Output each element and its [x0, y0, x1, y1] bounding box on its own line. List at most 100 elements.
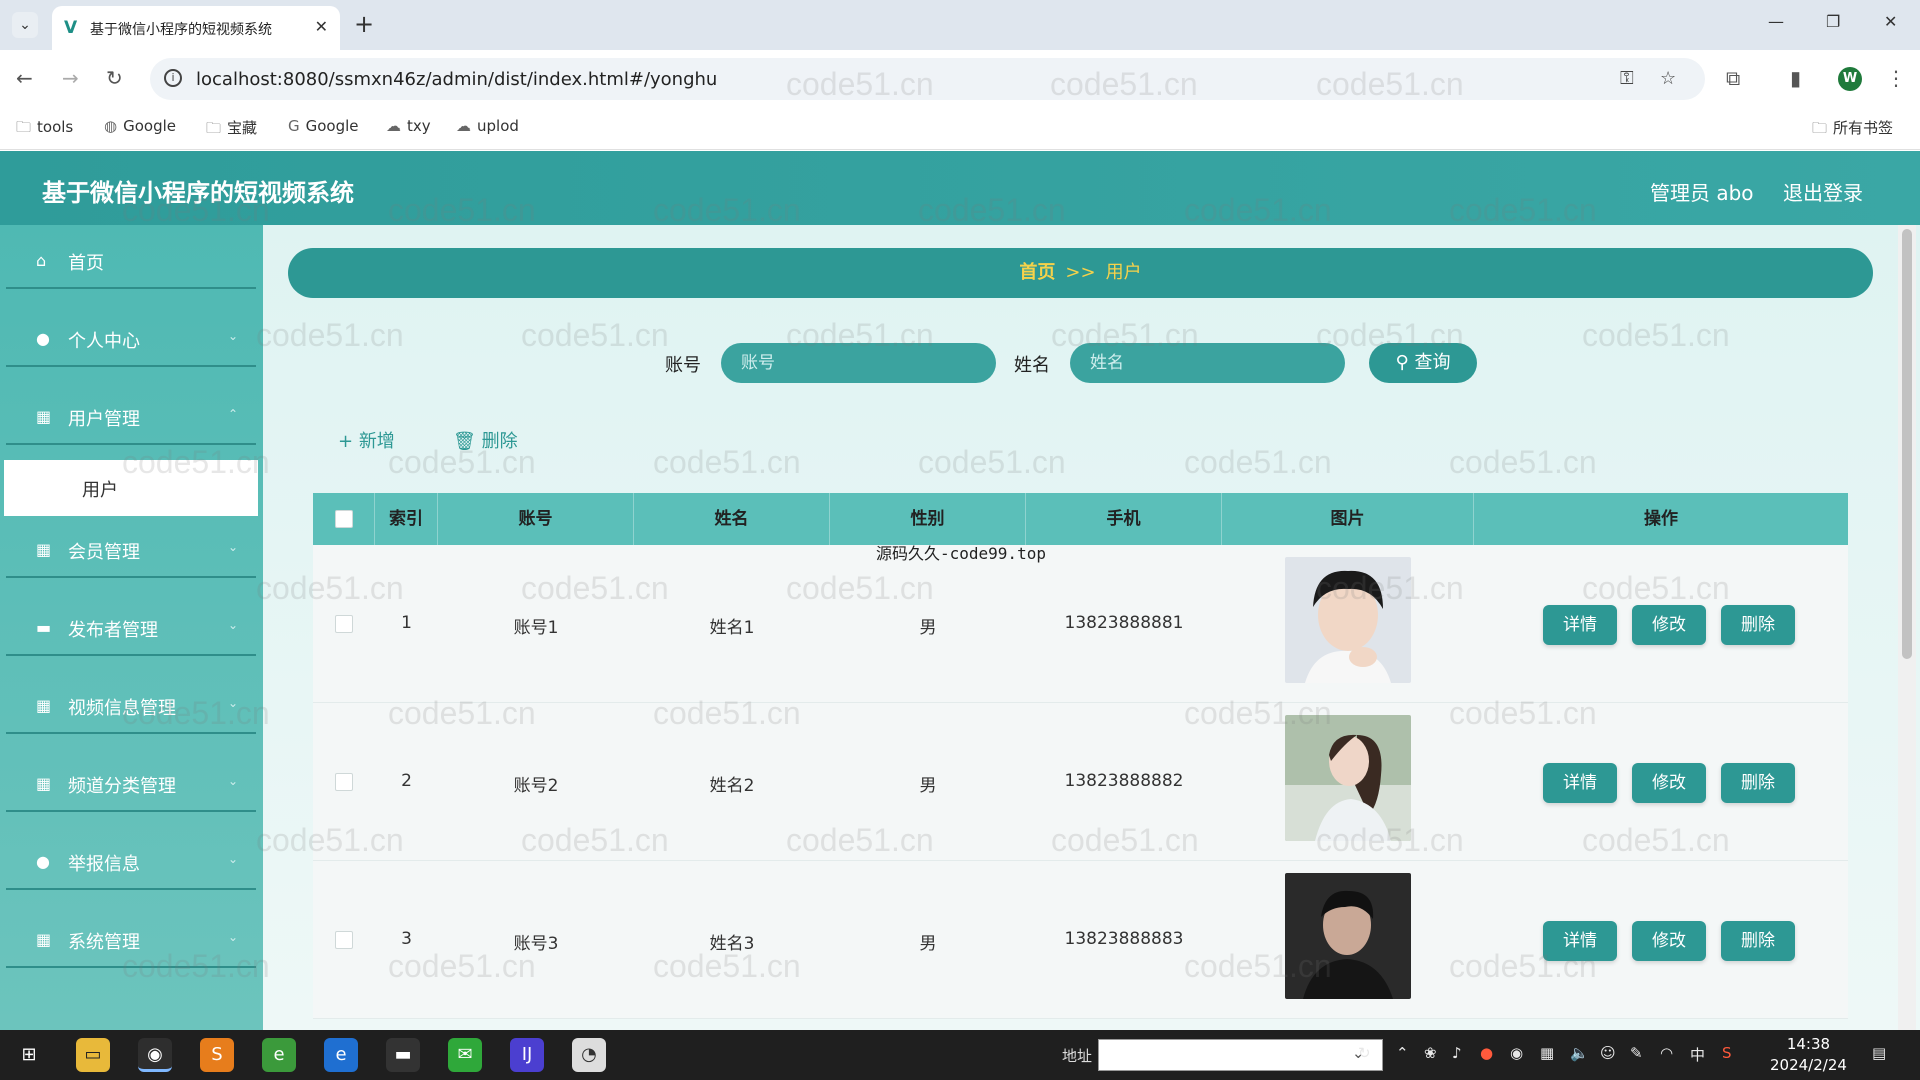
side-panel-icon[interactable]: ▮ — [1790, 66, 1801, 90]
address-bar[interactable]: i localhost:8080/ssmxn46z/admin/dist/ind… — [150, 58, 1705, 100]
address-go-icon[interactable]: ↻ — [1358, 1044, 1371, 1062]
scrollbar-thumb[interactable] — [1902, 229, 1912, 659]
tray-grid-icon[interactable]: ▦ — [1540, 1044, 1554, 1062]
column-header-gender[interactable]: 性别 — [830, 493, 1026, 545]
column-header-name[interactable]: 姓名 — [634, 493, 830, 545]
chat-app-icon[interactable]: ◔ — [572, 1038, 606, 1072]
sidebar-item-channel-category[interactable]: ▦ 频道分类管理 ⌄ — [6, 756, 256, 812]
tab-list-chevron-icon[interactable]: ⌄ — [12, 12, 38, 38]
tray-app-icon[interactable]: ❀ — [1424, 1044, 1437, 1062]
breadcrumb-home[interactable]: 首页 — [1019, 262, 1055, 283]
wifi-icon[interactable]: ◠ — [1660, 1044, 1673, 1062]
sidebar-item-home[interactable]: ⌂ 首页 — [6, 233, 256, 289]
detail-button[interactable]: 详情 — [1543, 763, 1617, 803]
sidebar-item-system-management[interactable]: ▦ 系统管理 ⌄ — [6, 912, 256, 968]
sidebar-item-publisher-management[interactable]: ▬ 发布者管理 ⌄ — [6, 600, 256, 656]
column-header-index[interactable]: 索引 — [375, 493, 438, 545]
bookmark-star-icon[interactable]: ☆ — [1660, 68, 1676, 89]
extensions-puzzle-icon[interactable]: ⧉ — [1726, 66, 1740, 90]
detail-button[interactable]: 详情 — [1543, 921, 1617, 961]
forward-arrow-icon[interactable]: → — [62, 66, 79, 90]
folder-icon: 🗀 — [1812, 119, 1828, 137]
tray-browser-icon[interactable]: ◉ — [1510, 1044, 1523, 1062]
tray-chevron-up-icon[interactable]: ⌃ — [1396, 1044, 1409, 1062]
sidebar-item-personal-center[interactable]: ● 个人中心 ⌄ — [6, 311, 256, 367]
password-key-icon[interactable]: ⚿ — [1620, 68, 1634, 89]
restore-icon[interactable]: ❐ — [1826, 12, 1840, 31]
sidebar-item-member-management[interactable]: ▦ 会员管理 ⌄ — [6, 522, 256, 578]
bookmark-tools[interactable]: 🗀 tools — [16, 117, 73, 142]
bookmark-txy[interactable]: ☁ txy — [386, 117, 431, 135]
browser-360-icon[interactable]: e — [262, 1038, 296, 1072]
detail-button[interactable]: 详情 — [1543, 605, 1617, 645]
input-method-indicator[interactable]: 中 — [1690, 1044, 1705, 1065]
cloud-icon: ☁ — [456, 117, 471, 135]
wechat-icon[interactable]: ✉ — [448, 1038, 482, 1072]
page-scrollbar[interactable] — [1898, 225, 1916, 1030]
notification-icon[interactable]: ▤ — [1872, 1044, 1886, 1062]
user-avatar-image[interactable] — [1285, 715, 1411, 841]
browser-tab[interactable]: V 基于微信小程序的短视频系统 ✕ — [52, 6, 340, 50]
url-text[interactable]: localhost:8080/ssmxn46z/admin/dist/index… — [196, 69, 717, 90]
tray-sogou-icon[interactable]: S — [1722, 1044, 1732, 1062]
cell-account: 账号2 — [513, 776, 559, 796]
edit-button[interactable]: 修改 — [1632, 921, 1706, 961]
tray-input-tool-icon[interactable]: ✎ — [1630, 1044, 1643, 1062]
windows-start-icon[interactable]: ⊞ — [12, 1038, 46, 1072]
taskbar-address-input[interactable] — [1098, 1039, 1383, 1071]
bookmark-uplod[interactable]: ☁ uplod — [456, 117, 519, 135]
sidebar-item-user-management[interactable]: ▦ 用户管理 ⌃ — [6, 389, 256, 445]
search-button[interactable]: ⚲ 查询 — [1369, 343, 1477, 383]
volume-icon[interactable]: 🔈 — [1570, 1044, 1589, 1062]
profile-avatar[interactable]: W — [1838, 67, 1862, 91]
bookmark-google-2[interactable]: G Google — [288, 117, 359, 135]
chrome-icon[interactable]: ◉ — [138, 1038, 172, 1072]
delete-button[interactable]: 删除 — [1721, 763, 1795, 803]
row-checkbox[interactable] — [335, 773, 353, 791]
taskbar-clock[interactable]: 14:38 2024/2/24 — [1770, 1034, 1847, 1076]
column-header-phone[interactable]: 手机 — [1026, 493, 1222, 545]
menu-kebab-icon[interactable]: ⋮ — [1886, 66, 1906, 90]
delete-button[interactable]: 删除 — [1721, 605, 1795, 645]
edit-button[interactable]: 修改 — [1632, 763, 1706, 803]
add-button[interactable]: + 新增 — [338, 427, 395, 453]
user-avatar-image[interactable] — [1285, 557, 1411, 683]
cell-gender: 男 — [919, 776, 937, 796]
chevron-down-icon: ⌄ — [227, 696, 238, 710]
bookmark-baozang[interactable]: 🗀 宝藏 — [206, 117, 257, 143]
back-arrow-icon[interactable]: ← — [16, 66, 33, 90]
new-tab-plus-icon[interactable]: + — [354, 10, 374, 38]
sidebar-subitem-user[interactable]: 用户 — [4, 460, 258, 516]
row-checkbox[interactable] — [335, 931, 353, 949]
tab-close-icon[interactable]: ✕ — [315, 17, 328, 36]
edge-icon[interactable]: e — [324, 1038, 358, 1072]
edit-button[interactable]: 修改 — [1632, 605, 1706, 645]
intellij-icon[interactable]: IJ — [510, 1038, 544, 1072]
chevron-down-icon: ⌄ — [227, 852, 238, 866]
sidebar-item-video-management[interactable]: ▦ 视频信息管理 ⌄ — [6, 678, 256, 734]
minimize-icon[interactable]: — — [1768, 12, 1784, 31]
site-info-icon[interactable]: i — [164, 69, 182, 87]
bookmark-google-1[interactable]: ◍ Google — [104, 117, 176, 135]
column-header-account[interactable]: 账号 — [438, 493, 634, 545]
sublime-text-icon[interactable]: S — [200, 1038, 234, 1072]
account-search-input[interactable] — [721, 343, 996, 383]
name-search-input[interactable] — [1070, 343, 1345, 383]
reload-icon[interactable]: ↻ — [106, 66, 123, 90]
main-content: 首页 >> 用户 账号 姓名 ⚲ 查询 + 新增 🗑 删除 索引 账号 姓名 性别 … — [263, 225, 1920, 1030]
row-checkbox[interactable] — [335, 615, 353, 633]
batch-delete-button[interactable]: 🗑 删除 — [453, 427, 518, 453]
terminal-icon[interactable]: ▬ — [386, 1038, 420, 1072]
tray-qq-icon[interactable]: ☺ — [1600, 1044, 1616, 1062]
all-bookmarks[interactable]: 🗀 所有书签 — [1812, 117, 1893, 143]
sidebar-item-report-info[interactable]: ● 举报信息 ⌄ — [6, 834, 256, 890]
user-avatar-image[interactable] — [1285, 873, 1411, 999]
tray-record-icon[interactable]: ● — [1480, 1044, 1493, 1062]
logout-button[interactable]: 退出登录 — [1783, 177, 1863, 206]
delete-button[interactable]: 删除 — [1721, 921, 1795, 961]
file-explorer-icon[interactable]: ▭ — [76, 1038, 110, 1072]
microphone-icon[interactable]: ♪ — [1452, 1044, 1462, 1062]
column-header-image[interactable]: 图片 — [1222, 493, 1474, 545]
window-close-icon[interactable]: ✕ — [1884, 12, 1897, 31]
select-all-checkbox[interactable] — [335, 510, 353, 528]
